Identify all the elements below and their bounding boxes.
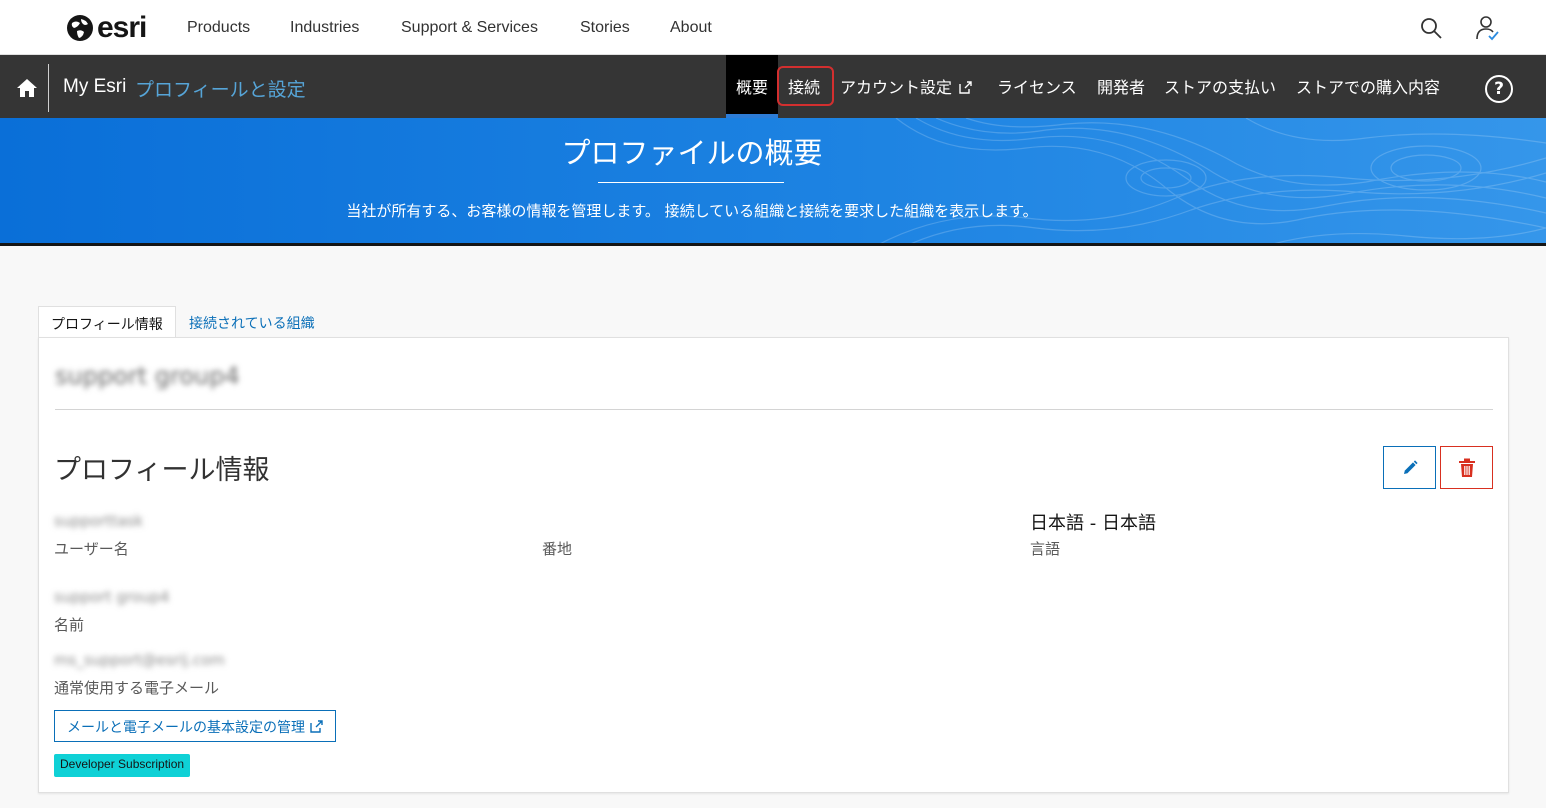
subscription-badge: Developer Subscription [54,754,191,777]
section-title[interactable]: プロフィールと設定 [135,75,306,102]
language-value: 日本語 - 日本語 [1030,513,1156,534]
username-label: ユーザー名 [54,540,129,558]
nav-products[interactable]: Products [187,19,250,37]
tab-connected-orgs[interactable]: 接続されている組織 [177,306,327,338]
page-banner: プロファイルの概要 当社が所有する、お客様の情報を管理します。 接続している組織… [0,118,1546,246]
help-icon[interactable]: ? [1485,75,1513,103]
logo-text: esri [97,11,147,44]
tab-developers[interactable]: 開発者 [1097,74,1145,118]
divider [55,409,1493,410]
esri-logo[interactable]: esri [66,11,147,44]
address-label: 番地 [542,540,573,558]
nav-about[interactable]: About [670,19,712,37]
name-value: support group4 [54,588,170,606]
search-icon[interactable] [1419,16,1443,40]
brand-title[interactable]: My Esri [63,76,126,98]
external-link-icon [310,720,323,733]
tab-account-settings[interactable]: アカウント設定 [840,74,973,118]
banner-description: 当社が所有する、お客様の情報を管理します。 接続している組織と接続を要求した組織… [346,202,1038,220]
org-name: support group4 [55,362,240,390]
tab-overview-label: 概要 [736,78,769,97]
highlight-annotation [777,66,834,106]
profile-card: support group4 プロフィール情報 supporttask ユーザー… [38,337,1509,793]
user-icon[interactable] [1475,15,1499,41]
language-label: 言語 [1030,540,1061,558]
tab-store-purchases[interactable]: ストアでの購入内容 [1296,74,1440,118]
tab-profile-info[interactable]: プロフィール情報 [38,306,176,338]
banner-title: プロファイルの概要 [561,136,823,170]
manage-email-preferences-button[interactable]: メールと電子メールの基本設定の管理 [54,710,336,742]
external-link-icon [959,81,972,94]
pencil-icon [1403,459,1418,474]
nav-industries[interactable]: Industries [290,19,359,37]
globe-icon [67,15,93,41]
profile-section-title: プロフィール情報 [54,455,270,486]
home-icon[interactable] [16,77,38,99]
my-esri-navbar: My Esri プロフィールと設定 概要 接続 アカウント設定 ライセンス 開発… [0,55,1546,118]
tab-licenses[interactable]: ライセンス [997,74,1077,118]
trash-icon [1458,458,1475,477]
tab-store-payments[interactable]: ストアの支払い [1164,74,1276,118]
divider [48,64,49,112]
email-label: 通常使用する電子メール [54,679,220,697]
name-label: 名前 [54,616,85,634]
tab-account-settings-label: アカウント設定 [840,78,953,97]
edit-button[interactable] [1383,446,1436,489]
manage-email-preferences-label: メールと電子メールの基本設定の管理 [67,720,305,736]
username-value: supporttask [54,512,144,530]
nav-support-services[interactable]: Support & Services [401,19,538,37]
top-navigation: esri Products Industries Support & Servi… [0,0,1546,55]
delete-button[interactable] [1440,446,1493,489]
email-value: ms_support@esrij.com [54,651,225,669]
banner-divider [598,182,784,183]
nav-stories[interactable]: Stories [580,19,630,37]
tab-overview[interactable]: 概要 [726,55,778,118]
